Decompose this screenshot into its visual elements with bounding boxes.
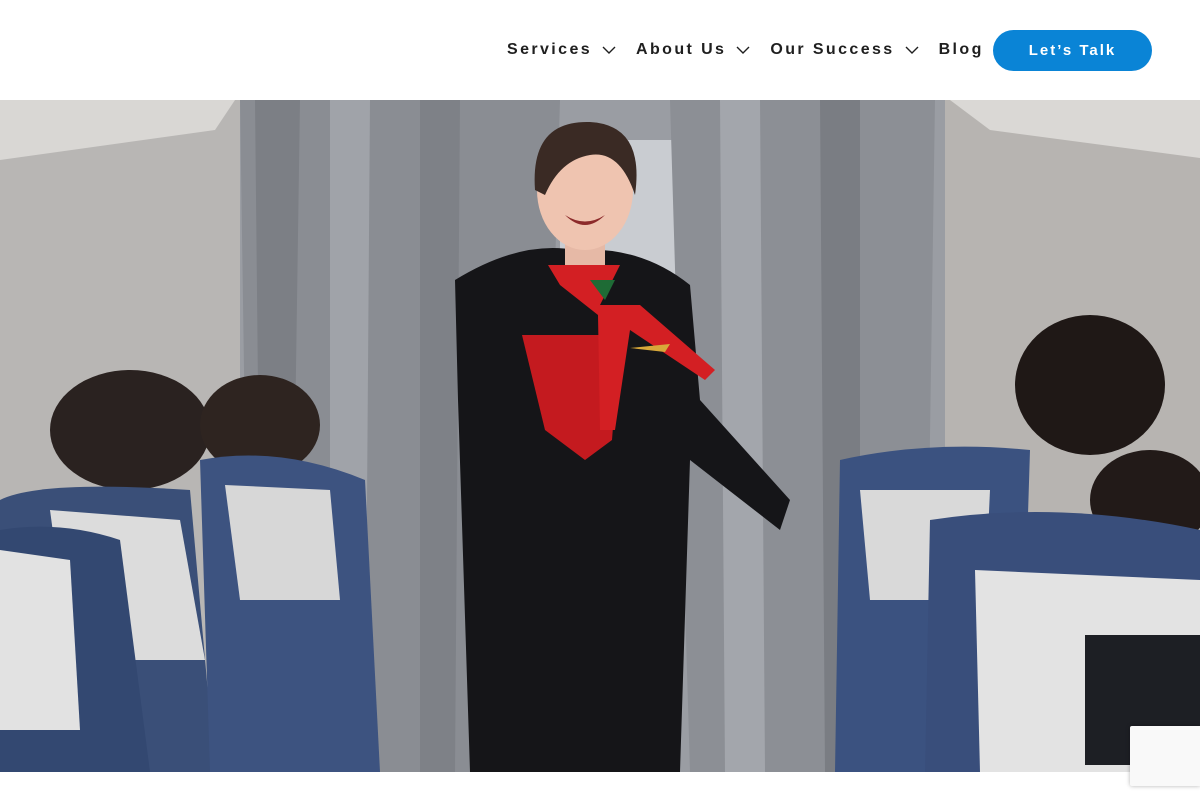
site-header: Services About Us Our Success Blog Let’s… [0,0,1200,100]
recaptcha-badge[interactable] [1130,726,1200,786]
nav-item-label: Our Success [770,41,895,58]
page-bottom-area [0,772,1200,800]
nav-item-blog[interactable]: Blog [939,41,984,59]
nav-item-our-success[interactable]: Our Success [770,41,919,59]
hero-scene-image [0,100,1200,772]
nav-item-label: Services [507,41,593,58]
nav-item-label: About Us [636,41,727,58]
chevron-down-icon [736,46,750,54]
nav-item-about-us[interactable]: About Us [636,41,750,59]
chevron-down-icon [602,46,616,54]
lets-talk-button[interactable]: Let’s Talk [993,30,1152,71]
nav-item-services[interactable]: Services [507,41,616,59]
main-nav: Services About Us Our Success Blog [507,30,984,70]
nav-item-label: Blog [938,41,984,58]
chevron-down-icon [905,46,919,54]
logo-area[interactable] [40,30,220,70]
hero-video[interactable] [0,100,1200,772]
